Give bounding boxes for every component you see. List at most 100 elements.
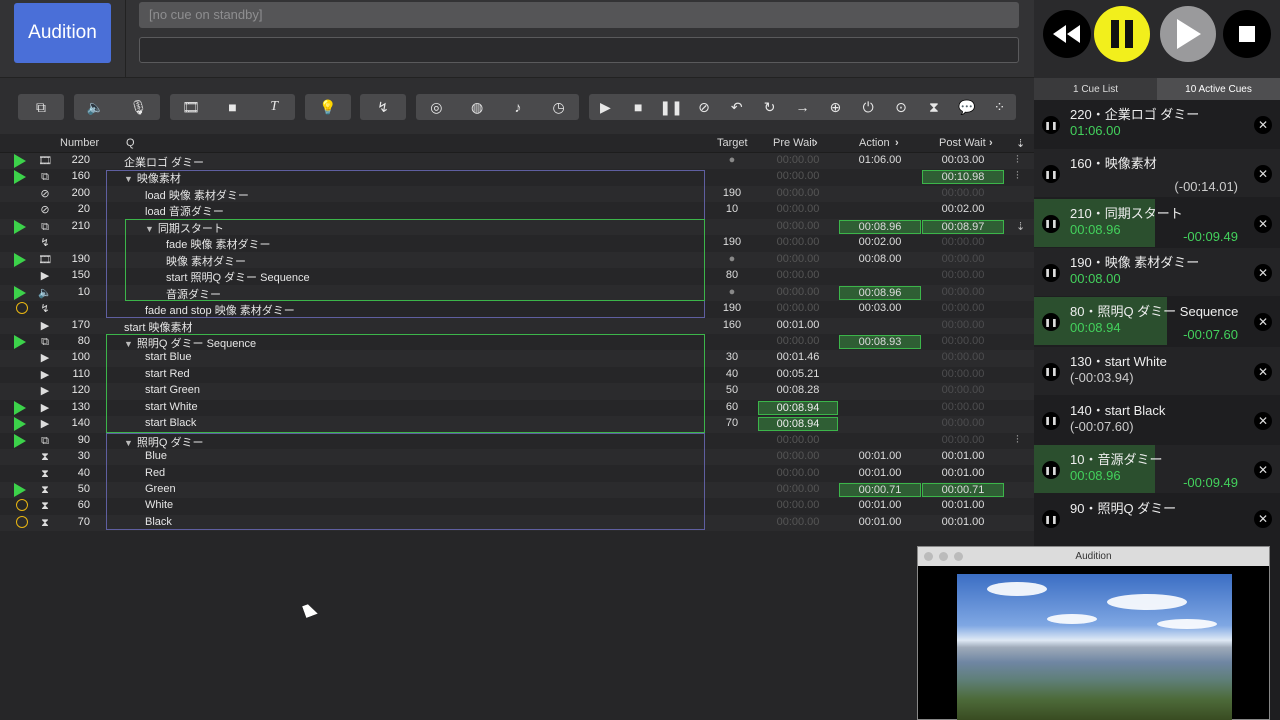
- network-cue-icon[interactable]: ◎: [426, 97, 446, 117]
- midi-cue-icon[interactable]: ◍: [467, 97, 487, 117]
- load-cue-icon[interactable]: ⊘: [694, 97, 714, 117]
- stop-cue-icon[interactable]: ■: [628, 97, 648, 117]
- music-cue-icon[interactable]: ♪: [508, 97, 528, 117]
- table-row[interactable]: ⧉ 90 ▼ 照明Q ダミー 00:00.00 00:00.00 ⫶: [0, 432, 1034, 450]
- disclosure-triangle-icon[interactable]: ▼: [124, 174, 133, 184]
- arm-cue-icon[interactable]: ⏻: [858, 97, 878, 117]
- pause-icon[interactable]: ❚❚: [1042, 362, 1060, 381]
- pause-cue-icon[interactable]: ❚❚: [659, 97, 682, 117]
- disclosure-triangle-icon[interactable]: ▼: [124, 438, 133, 448]
- pause-all-button[interactable]: [1094, 6, 1150, 62]
- column-q[interactable]: Q: [126, 137, 135, 149]
- fade-cue-icon[interactable]: ↯: [373, 97, 393, 117]
- table-row[interactable]: ⧗ 40 Red 00:00.00 00:01.00 00:01.00: [0, 465, 1034, 482]
- active-cue-item[interactable]: ❚❚ 80・照明Q ダミー Sequence 00:08.94 -00:07.60 ✕: [1034, 297, 1280, 346]
- close-icon[interactable]: ✕: [1254, 263, 1272, 282]
- table-row[interactable]: ↯ fade and stop 映像 素材ダミー 190 00:00.00 00:03.…: [0, 301, 1034, 318]
- close-window-button[interactable]: [924, 552, 933, 561]
- cue-pre-wait: 00:00.00: [776, 499, 820, 512]
- disarm-cue-icon[interactable]: ⊙: [891, 97, 911, 117]
- tab-active-cues[interactable]: 10 Active Cues: [1157, 78, 1280, 100]
- fade-type-icon: ↯: [40, 303, 50, 316]
- table-row[interactable]: ⧗ 70 Black 00:00.00 00:01.00 00:01.00: [0, 514, 1034, 532]
- goto-cue-icon[interactable]: →: [792, 97, 812, 117]
- table-row[interactable]: ⧉ 210 ▼ 同期スタート 00:00.00 00:08.96 00:08.97 ⇣: [0, 218, 1034, 236]
- column-pre-wait[interactable]: Pre Wait: [773, 137, 815, 149]
- active-cue-item[interactable]: ❚❚ 160・映像素材 (-00:14.01) ✕: [1034, 149, 1280, 198]
- close-icon[interactable]: ✕: [1254, 165, 1272, 184]
- table-row[interactable]: ↯ fade 映像 素材ダミー 190 00:00.00 00:02.00 00:00.0…: [0, 235, 1034, 252]
- table-row[interactable]: ⧉ 80 ▼ 照明Q ダミー Sequence 00:00.00 00:08.93 00:0…: [0, 333, 1034, 351]
- camera-cue-icon[interactable]: ■: [222, 97, 242, 117]
- close-icon[interactable]: ✕: [1254, 116, 1272, 134]
- pause-icon[interactable]: ❚❚: [1042, 263, 1060, 282]
- light-cue-icon[interactable]: 💡: [318, 97, 338, 117]
- close-icon[interactable]: ✕: [1254, 313, 1272, 332]
- text-cue-icon[interactable]: T: [264, 97, 284, 117]
- close-icon[interactable]: ✕: [1254, 214, 1272, 233]
- table-row[interactable]: ▶ 110 start Red 40 00:05.21 00:00.00: [0, 366, 1034, 384]
- active-cue-item[interactable]: ❚❚ 140・start Black (-00:07.60) ✕: [1034, 395, 1280, 444]
- table-row[interactable]: ⊘ 200 load 映像 素材ダミー 190 00:00.00 00:00.00: [0, 185, 1034, 203]
- disclosure-triangle-icon[interactable]: ▼: [145, 224, 154, 234]
- video-cue-icon[interactable]: 🎞: [181, 97, 201, 117]
- close-icon[interactable]: ✕: [1254, 411, 1272, 430]
- pause-icon[interactable]: ❚❚: [1042, 165, 1060, 184]
- pause-icon[interactable]: ❚❚: [1042, 461, 1060, 480]
- notes-field[interactable]: [139, 37, 1019, 63]
- target-cue-icon[interactable]: ⊕: [825, 97, 845, 117]
- table-row[interactable]: ▶ 140 start Black 70 00:08.94 00:00.00: [0, 416, 1034, 433]
- active-cue-item[interactable]: ❚❚ 210・同期スタート 00:08.96 -00:09.49 ✕: [1034, 198, 1280, 247]
- table-row[interactable]: 🎞 190 映像 素材ダミー ● 00:00.00 00:08.00 00:00.00: [0, 251, 1034, 269]
- table-row[interactable]: ⧗ 50 Green 00:00.00 00:00.71 00:00.71: [0, 482, 1034, 499]
- table-row[interactable]: ⧗ 30 Blue 00:00.00 00:01.00 00:01.00: [0, 449, 1034, 466]
- table-row[interactable]: ▶ 100 start Blue 30 00:01.46 00:00.00: [0, 350, 1034, 367]
- group-cue-icon[interactable]: ⧉: [31, 97, 51, 117]
- table-row[interactable]: ▶ 170 start 映像素材 160 00:01.00 00:00.00: [0, 317, 1034, 334]
- memo-cue-icon[interactable]: 💬: [957, 97, 977, 117]
- zoom-window-button[interactable]: [954, 552, 963, 561]
- table-row[interactable]: ▶ 120 start Green 50 00:08.28 00:00.00: [0, 383, 1034, 400]
- wait-cue-icon[interactable]: ⧗: [924, 97, 944, 117]
- column-target[interactable]: Target: [717, 137, 748, 149]
- table-row[interactable]: ⧉ 160 ▼ 映像素材 00:00.00 00:10.98 ⫶: [0, 169, 1034, 186]
- active-cue-name: 80・照明Q ダミー Sequence: [1070, 304, 1239, 320]
- disclosure-triangle-icon[interactable]: ▼: [124, 339, 133, 349]
- mic-cue-icon[interactable]: 🎙: [129, 97, 149, 117]
- table-row[interactable]: 🎞 220 企業ロゴ ダミー ● 00:00.00 01:06.00 00:03.00 ⫶: [0, 153, 1034, 170]
- start-cue-icon[interactable]: ▶: [595, 97, 615, 117]
- window-titlebar[interactable]: Audition: [918, 547, 1269, 566]
- stop-all-button[interactable]: [1223, 10, 1271, 58]
- close-icon[interactable]: ✕: [1254, 461, 1272, 480]
- table-row[interactable]: ▶ 130 start White 60 00:08.94 00:00.00: [0, 399, 1034, 417]
- audition-button[interactable]: Audition: [14, 3, 111, 63]
- table-row[interactable]: 🔈 10 音源ダミー ● 00:00.00 00:08.96 00:00.00: [0, 284, 1034, 301]
- active-cue-item[interactable]: ❚❚ 220・企業ロゴ ダミー 01:06.00 ✕: [1034, 100, 1280, 148]
- reset-cue-icon[interactable]: ↶: [727, 97, 747, 117]
- tab-cue-list[interactable]: 1 Cue List: [1034, 78, 1157, 100]
- active-cue-item[interactable]: ❚❚ 130・start White (-00:03.94) ✕: [1034, 346, 1280, 395]
- column-number[interactable]: Number: [60, 137, 99, 149]
- pause-icon[interactable]: ❚❚: [1042, 510, 1060, 529]
- table-row[interactable]: ▶ 150 start 照明Q ダミー Sequence 80 00:00.00 00:0…: [0, 268, 1034, 285]
- rewind-button[interactable]: [1043, 10, 1091, 58]
- column-post-wait[interactable]: Post Wait: [939, 137, 986, 149]
- table-row[interactable]: ⧗ 60 White 00:00.00 00:01.00 00:01.00: [0, 498, 1034, 515]
- pause-icon[interactable]: ❚❚: [1042, 116, 1060, 134]
- go-button[interactable]: [1160, 6, 1216, 62]
- pause-icon[interactable]: ❚❚: [1042, 411, 1060, 430]
- active-cue-item[interactable]: ❚❚ 10・音源ダミー 00:08.96 -00:09.49 ✕: [1034, 445, 1280, 494]
- table-row[interactable]: ⊘ 20 load 音源ダミー 10 00:00.00 00:02.00: [0, 202, 1034, 219]
- devamp-cue-icon[interactable]: ↻: [760, 97, 780, 117]
- timecode-cue-icon[interactable]: ◷: [549, 97, 569, 117]
- close-icon[interactable]: ✕: [1254, 510, 1272, 529]
- minimize-window-button[interactable]: [939, 552, 948, 561]
- cue-post-wait: 00:01.00: [941, 466, 985, 479]
- script-cue-icon[interactable]: ⁘: [990, 97, 1010, 117]
- audio-cue-icon[interactable]: 🔈: [86, 97, 106, 117]
- close-icon[interactable]: ✕: [1254, 362, 1272, 381]
- active-cue-item[interactable]: ❚❚ 190・映像 素材ダミー 00:08.00 ✕: [1034, 247, 1280, 296]
- column-action[interactable]: Action: [859, 137, 890, 149]
- pause-icon[interactable]: ❚❚: [1042, 214, 1060, 233]
- active-cue-item[interactable]: ❚❚ 90・照明Q ダミー ✕: [1034, 494, 1280, 543]
